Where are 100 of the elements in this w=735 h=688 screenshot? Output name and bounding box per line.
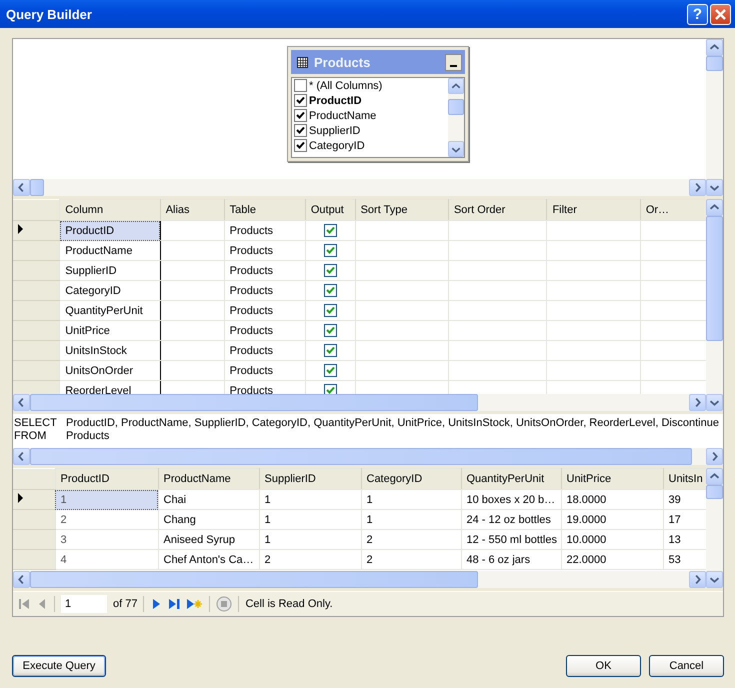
table-cell[interactable]: 1: [361, 510, 461, 530]
table-cell[interactable]: Products: [224, 300, 306, 320]
row-header[interactable]: [13, 220, 60, 240]
table-cell[interactable]: 24 - 12 oz bottles: [461, 510, 561, 530]
cancel-button[interactable]: Cancel: [649, 655, 724, 677]
scroll-down-button[interactable]: [706, 394, 723, 411]
table-cell[interactable]: Products: [224, 220, 306, 240]
column-header[interactable]: Column: [60, 200, 160, 220]
table-cell[interactable]: Chef Anton's Ca…: [158, 550, 259, 570]
checkbox[interactable]: [324, 344, 337, 357]
scroll-down-button[interactable]: [448, 141, 464, 157]
table-cell[interactable]: Products: [224, 260, 306, 280]
table-cell[interactable]: 1: [55, 490, 158, 510]
column-header[interactable]: ProductName: [158, 468, 259, 490]
next-record-icon[interactable]: [150, 597, 162, 611]
checkbox[interactable]: [324, 384, 337, 394]
table-cell[interactable]: UnitsInStock: [60, 340, 160, 360]
table-cell[interactable]: UnitPrice: [60, 320, 160, 340]
last-record-icon[interactable]: [168, 597, 180, 611]
column-header[interactable]: Filter: [546, 200, 640, 220]
scroll-down-button[interactable]: [706, 571, 723, 588]
scroll-up-button[interactable]: [706, 39, 723, 56]
scroll-up-button[interactable]: [448, 78, 464, 94]
column-header[interactable]: CategoryID: [361, 468, 461, 490]
scroll-left-button[interactable]: [13, 571, 30, 588]
table-cell[interactable]: 10 boxes x 20 b…: [461, 490, 561, 510]
scroll-thumb[interactable]: [706, 56, 723, 71]
table-cell[interactable]: 2: [361, 550, 461, 570]
close-button[interactable]: [710, 4, 731, 24]
column-header[interactable]: QuantityPerUnit: [461, 468, 561, 490]
table-cell[interactable]: ProductName: [60, 240, 160, 260]
table-cell[interactable]: 10.0000: [561, 530, 663, 550]
column-header[interactable]: Output: [305, 200, 356, 220]
column-header[interactable]: UnitPrice: [561, 468, 663, 490]
ok-button[interactable]: OK: [566, 655, 641, 677]
column-header[interactable]: Or…: [640, 200, 706, 220]
table-cell[interactable]: 18.0000: [561, 490, 663, 510]
scroll-up-button[interactable]: [706, 468, 723, 485]
checkbox[interactable]: [324, 224, 337, 237]
minimize-button[interactable]: [445, 54, 462, 70]
checkbox[interactable]: [324, 244, 337, 257]
help-button[interactable]: ?: [687, 4, 708, 24]
table-cell[interactable]: 3: [55, 530, 158, 550]
checkbox[interactable]: [324, 304, 337, 317]
checkbox[interactable]: [324, 284, 337, 297]
table-cell[interactable]: QuantityPerUnit: [60, 300, 160, 320]
column-header[interactable]: UnitsIn: [663, 468, 706, 490]
new-record-icon[interactable]: [186, 597, 204, 611]
table-cell[interactable]: 2: [259, 550, 361, 570]
table-cell[interactable]: SupplierID: [60, 260, 160, 280]
scroll-right-button[interactable]: [706, 448, 723, 465]
scroll-right-button[interactable]: [689, 571, 706, 588]
position-field[interactable]: 1: [61, 595, 107, 613]
table-cell[interactable]: 12 - 550 ml bottles: [461, 530, 561, 550]
table-cell[interactable]: Products: [224, 360, 306, 380]
column-header[interactable]: SupplierID: [259, 468, 361, 490]
table-cell[interactable]: CategoryID: [60, 280, 160, 300]
table-cell[interactable]: 2: [361, 530, 461, 550]
table-window[interactable]: Products * (All Columns) ProductID ProductName SupplierID CategoryID: [287, 46, 469, 162]
checkbox[interactable]: [294, 139, 307, 152]
table-cell[interactable]: Products: [224, 280, 306, 300]
table-cell[interactable]: Aniseed Syrup: [158, 530, 259, 550]
checkbox[interactable]: [294, 79, 307, 92]
row-header[interactable]: [13, 490, 55, 510]
scroll-thumb[interactable]: [30, 394, 478, 411]
column-header[interactable]: Alias: [160, 200, 224, 220]
scroll-thumb[interactable]: [30, 179, 44, 196]
table-cell[interactable]: 48 - 6 oz jars: [461, 550, 561, 570]
table-cell[interactable]: Products: [224, 340, 306, 360]
checkbox[interactable]: [294, 109, 307, 122]
column-header[interactable]: Sort Type: [355, 200, 448, 220]
table-cell[interactable]: 1: [259, 510, 361, 530]
checkbox[interactable]: [294, 124, 307, 137]
checkbox[interactable]: [324, 324, 337, 337]
table-cell[interactable]: 1: [259, 490, 361, 510]
scroll-right-button[interactable]: [689, 394, 706, 411]
scroll-thumb[interactable]: [448, 98, 464, 116]
scroll-thumb[interactable]: [30, 571, 478, 588]
table-cell[interactable]: 4: [55, 550, 158, 570]
table-cell[interactable]: 1: [259, 530, 361, 550]
scroll-right-button[interactable]: [689, 179, 706, 196]
execute-query-button[interactable]: Execute Query: [12, 655, 106, 677]
table-cell[interactable]: 22.0000: [561, 550, 663, 570]
scroll-thumb[interactable]: [30, 448, 692, 465]
checkbox[interactable]: [324, 364, 337, 377]
column-header[interactable]: Sort Order: [448, 200, 547, 220]
table-cell[interactable]: Chang: [158, 510, 259, 530]
table-cell[interactable]: 2: [55, 510, 158, 530]
table-cell[interactable]: UnitsOnOrder: [60, 360, 160, 380]
table-cell[interactable]: Products: [224, 320, 306, 340]
table-cell[interactable]: 19.0000: [561, 510, 663, 530]
table-cell[interactable]: Products: [224, 240, 306, 260]
column-header[interactable]: ProductID: [55, 468, 158, 490]
scroll-thumb[interactable]: [706, 216, 723, 341]
checkbox[interactable]: [294, 94, 307, 107]
table-cell[interactable]: Chai: [158, 490, 259, 510]
scroll-down-button[interactable]: [706, 179, 723, 196]
scroll-up-button[interactable]: [706, 199, 723, 216]
checkbox[interactable]: [324, 264, 337, 277]
scroll-left-button[interactable]: [13, 179, 30, 196]
